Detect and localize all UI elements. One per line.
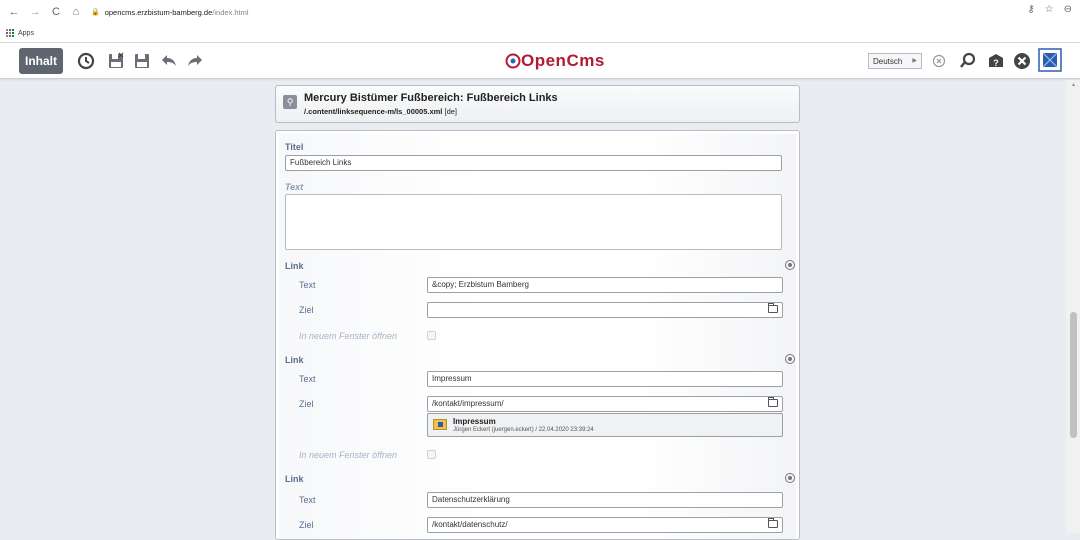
link-section-label: Link: [285, 355, 304, 365]
new-window-label: In neuem Fenster öffnen: [299, 450, 398, 460]
titel-label: Titel: [285, 142, 304, 152]
reload-icon[interactable]: C: [48, 4, 64, 20]
new-window-checkbox[interactable]: [427, 450, 436, 459]
folder-icon[interactable]: [768, 518, 778, 528]
star-icon[interactable]: ☆: [1045, 4, 1054, 15]
logo-text: OpenCms: [521, 51, 605, 70]
link-ziel-value: /kontakt/impressum/: [432, 399, 504, 408]
link-ziel-input[interactable]: /kontakt/datenschutz/: [427, 517, 783, 533]
url-path: /index.html: [212, 7, 249, 17]
help-icon[interactable]: ?: [985, 50, 1007, 72]
resource-type-icon: ⚲: [283, 95, 297, 109]
preview-subtitle: Jürgen Eckert (juergen.eckert) / 22.04.2…: [453, 427, 594, 433]
resource-path: /.content/linksequence-m/ls_00005.xml: [304, 107, 443, 116]
history-icon[interactable]: [75, 50, 97, 72]
link-text-label: Text: [299, 495, 316, 505]
save-exit-icon[interactable]: [105, 50, 127, 72]
text-area[interactable]: [285, 194, 782, 250]
apps-label[interactable]: Apps: [18, 30, 34, 37]
folder-icon[interactable]: [768, 397, 778, 407]
undo-icon[interactable]: [158, 50, 180, 72]
link-options-icon[interactable]: [785, 473, 795, 483]
browser-actions: ⚷ ☆ ⊖: [1027, 4, 1072, 15]
widget-toggle-icon[interactable]: [1038, 48, 1062, 72]
link-text-label: Text: [299, 280, 316, 290]
lock-icon: 🔒: [91, 9, 100, 16]
opencms-logo-icon: [505, 53, 521, 69]
link-preview[interactable]: Impressum Jürgen Eckert (juergen.eckert)…: [427, 413, 783, 437]
scrollbar[interactable]: [1066, 80, 1080, 533]
address-bar[interactable]: 🔒 opencms.erzbistum-bamberg.de/index.htm…: [91, 8, 249, 17]
preview-title: Impressum: [453, 417, 496, 426]
titel-input[interactable]: Fußbereich Links: [285, 155, 782, 171]
link-ziel-input[interactable]: [427, 302, 783, 318]
key-icon[interactable]: ⚷: [1027, 4, 1034, 15]
opencms-logo: OpenCms: [505, 51, 605, 71]
locale-tag: [de]: [444, 107, 458, 116]
link-text-input[interactable]: Impressum: [427, 371, 783, 387]
back-icon[interactable]: ←: [6, 4, 22, 20]
scrollbar-thumb[interactable]: [1070, 312, 1077, 438]
save-icon[interactable]: [131, 50, 153, 72]
apps-icon[interactable]: [6, 29, 14, 37]
link-ziel-value: /kontakt/datenschutz/: [432, 520, 508, 529]
link-text-input[interactable]: &copy; Erzbistum Bamberg: [427, 277, 783, 293]
bookmarks-bar: Apps: [0, 24, 34, 42]
inhalt-button[interactable]: Inhalt: [19, 48, 63, 74]
opencms-toolbar: Inhalt OpenCms Deutsch ▶ ?: [0, 43, 1080, 79]
svg-text:?: ?: [993, 58, 999, 68]
home-icon[interactable]: ⌂: [68, 4, 84, 20]
copy-locale-icon[interactable]: [957, 50, 979, 72]
language-value: Deutsch: [873, 56, 903, 66]
language-select[interactable]: Deutsch ▶: [868, 53, 922, 69]
form-inner: Titel Fußbereich Links Text Link Text &c…: [279, 134, 796, 539]
new-window-label: In neuem Fenster öffnen: [299, 331, 398, 341]
browser-bar: ← → C ⌂ 🔒 opencms.erzbistum-bamberg.de/i…: [0, 0, 1080, 43]
redo-icon[interactable]: [184, 50, 206, 72]
editor-header: ⚲ Mercury Bistümer Fußbereich: Fußbereic…: [275, 85, 800, 123]
link-section-label: Link: [285, 261, 304, 271]
link-ziel-label: Ziel: [299, 520, 314, 530]
link-options-icon[interactable]: [785, 354, 795, 364]
link-ziel-label: Ziel: [299, 305, 314, 315]
content-form: Titel Fußbereich Links Text Link Text &c…: [275, 130, 800, 540]
link-options-icon[interactable]: [785, 260, 795, 270]
link-text-input[interactable]: Datenschutzerklärung: [427, 492, 783, 508]
close-icon[interactable]: [1011, 50, 1033, 72]
link-ziel-input[interactable]: /kontakt/impressum/: [427, 396, 783, 412]
new-window-checkbox[interactable]: [427, 331, 436, 340]
remove-locale-icon[interactable]: [928, 50, 950, 72]
folder-icon[interactable]: [768, 303, 778, 313]
text-label: Text: [285, 182, 304, 192]
scroll-up-icon[interactable]: ▲: [1071, 82, 1076, 88]
forward-icon[interactable]: →: [27, 4, 43, 20]
page-icon: [433, 419, 447, 430]
link-text-label: Text: [299, 374, 316, 384]
editor-path: /.content/linksequence-m/ls_00005.xml [d…: [304, 107, 457, 116]
account-icon[interactable]: ⊖: [1064, 4, 1072, 15]
link-ziel-label: Ziel: [299, 399, 314, 409]
editor-title: Mercury Bistümer Fußbereich: Fußbereich …: [304, 92, 558, 104]
browser-nav-row: ← → C ⌂ 🔒 opencms.erzbistum-bamberg.de/i…: [0, 0, 1080, 24]
chevron-right-icon: ▶: [912, 58, 917, 64]
url-host: opencms.erzbistum-bamberg.de: [104, 7, 213, 17]
link-section-label: Link: [285, 474, 304, 484]
